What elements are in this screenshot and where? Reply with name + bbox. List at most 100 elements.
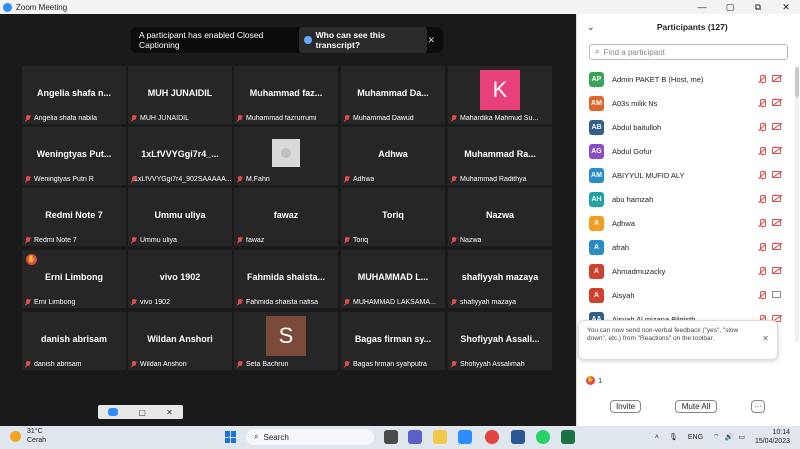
raised-hand-count: ✋ 1 [586,376,602,385]
participant-row[interactable]: AM A03s milik Ns [577,91,795,115]
participant-name: M.Fahri [246,176,270,183]
participant-row[interactable]: A Ahmadmuzacky [577,259,795,283]
video-tile[interactable]: Bagas firman sy... Bagas firman syahputra [341,312,445,370]
video-camera-icon [772,291,781,298]
participant-row[interactable]: A Adhwa [577,211,795,235]
task-view-icon[interactable] [384,430,398,444]
participant-row[interactable]: AB Abdul baitulloh [577,115,795,139]
who-can-see-transcript-button[interactable]: Who can see this transcript? [299,27,428,53]
participant-display-name: Wildan Anshori [147,334,213,344]
search-icon: ⌕ [595,47,600,56]
participant-display-name: danish abrisam [40,334,108,344]
video-tile[interactable]: Adhwa Adhwa [341,127,445,185]
participant-display-name: Nazwa [485,210,514,220]
video-tile[interactable]: MUH JUNAIDIL MUH JUNAIDIL [128,66,232,124]
mic-muted-icon [344,237,350,244]
video-tile[interactable]: M.Fahri [234,127,338,185]
video-tile[interactable]: Muhammad faz... Muhammad fazrurrumi [234,66,338,124]
participant-row[interactable]: AM ABIYYUL MUFID ALY [577,163,795,187]
floating-meeting-controls[interactable]: ▢ ✕ [98,405,183,419]
participant-row[interactable]: AP Admin PAKET B (Host, me) [577,67,795,91]
weather-widget[interactable]: 31°C Cerah [10,427,46,445]
restore-icon[interactable]: ▢ [138,408,146,417]
tip-close-icon[interactable]: ✕ [762,335,769,343]
participant-list-scrollbar[interactable] [795,67,799,342]
video-tile[interactable]: MUHAMMAD L... MUHAMMAD LAKSAMA... [341,250,445,308]
excel-icon[interactable] [561,430,575,444]
video-tile[interactable]: Nazwa Nazwa [448,188,552,246]
video-tile[interactable]: Redmi Note 7 Redmi Note 7 [22,188,126,246]
mute-all-button[interactable]: Mute All [675,400,717,413]
close-button[interactable]: ✕ [772,0,800,14]
battery-icon[interactable]: ▭ [738,433,745,441]
video-tile[interactable]: danish abrisam danish abrisam [22,312,126,370]
video-off-icon [772,99,781,106]
video-tile[interactable]: Toriq Toriq [341,188,445,246]
chevron-down-icon[interactable]: ⌄ [587,22,595,33]
video-tile[interactable]: Shofiyyah Assali... Shofiyyah Assalimah [448,312,552,370]
video-off-icon [772,219,781,226]
mic-muted-icon [237,237,243,244]
participant-row[interactable]: A Aisyah [577,283,795,307]
video-tile[interactable]: shafiyyah mazaya shafiyyah mazaya [448,250,552,308]
participant-row[interactable]: Aafrah [577,235,795,259]
maximize-button[interactable]: ▢ [716,0,744,14]
clock[interactable]: 10:14 15/04/2023 [755,428,790,446]
participant-display-name: Shofiyyah Assali... [460,334,540,344]
microphone-icon[interactable]: 🎙 [669,433,678,441]
participant-avatar: A [589,287,604,303]
video-tile[interactable]: Erni Limbong ✋ Erni Limbong [22,250,126,308]
reactions-tip: You can now send non-verbal feedback ("y… [578,320,778,360]
minimize-button[interactable]: — [688,0,716,14]
video-tile[interactable]: K Mahardika Mahmud Su... [448,66,552,124]
mic-muted-icon [344,176,350,183]
participant-avatar: A [589,239,604,255]
participant-row[interactable]: AH abu hamzah [577,187,795,211]
restore-button[interactable]: ⧉ [744,0,772,14]
weather-desc: Cerah [27,437,47,444]
zoom-taskbar-icon[interactable] [458,430,472,444]
video-tile[interactable]: Muhammad Da... Muhammad Dawud [341,66,445,124]
video-off-icon [772,195,781,202]
show-hidden-icons-icon[interactable]: ˄ [655,434,659,441]
participant-display-name: Weningtyas Put... [36,149,112,159]
cc-banner-close-icon[interactable]: ✕ [427,35,435,46]
search-participant-input[interactable]: ⌕ Find a participant [589,44,788,60]
video-tile[interactable]: 1xLfVVYGgi7r4_... 1xLfVVYGgi7r4_902SAAAAA… [128,127,232,185]
participant-row-name: Admin PAKET B (Host, me) [612,74,704,84]
language-indicator[interactable]: ENG [688,434,703,441]
volume-icon[interactable]: 🔊 [725,433,734,441]
participant-name: Wildan Anshori [140,361,187,368]
video-tile[interactable]: Muhammad Ra... Muhammad Radithya [448,127,552,185]
video-tile[interactable]: Fahmida shaista... Fahmida shaista nafisa [234,250,338,308]
participant-row-name: Aisyah [612,290,635,300]
participant-display-name: Toriq [382,210,404,220]
video-tile[interactable]: Wildan Anshori Wildan Anshori [128,312,232,370]
chrome-icon[interactable] [485,430,499,444]
windows-start-icon[interactable] [225,431,237,443]
video-tile[interactable]: S Seta Bachrun [234,312,338,370]
video-off-icon [772,267,781,274]
avatar: S [266,316,306,356]
app-icon[interactable] [511,430,525,444]
participant-name-label: Fahmida shaista nafisa [237,299,318,306]
video-tile[interactable]: fawaz fawaz [234,188,338,246]
whatsapp-icon[interactable] [536,430,550,444]
participant-row[interactable]: AG Abdul Gofur [577,139,795,163]
wifi-icon[interactable]: ⌔ [713,433,720,442]
file-explorer-icon[interactable] [433,430,447,444]
participant-name: Ummu uliya [140,237,177,244]
participant-avatar: A [589,263,604,279]
video-tile[interactable]: vivo 1902 vivo 1902 [128,250,232,308]
invite-button[interactable]: Invite [610,400,641,413]
meeting-video-area: A participant has enabled Closed Caption… [0,14,576,426]
teams-icon[interactable] [408,430,422,444]
video-tile[interactable]: Ummu uliya Ummu uliya [128,188,232,246]
participant-avatar: AM [589,167,604,183]
taskbar-search[interactable]: ⌕ Search [246,429,374,445]
more-options-button[interactable]: ··· [751,400,765,413]
close-icon[interactable]: ✕ [166,408,173,417]
video-tile[interactable]: Angelia shafa n... Angelia shafa nabila [22,66,126,124]
video-tile[interactable]: Weningtyas Put... Weningtyas Putri R [22,127,126,185]
participant-name-label: Redmi Note 7 [25,237,77,244]
